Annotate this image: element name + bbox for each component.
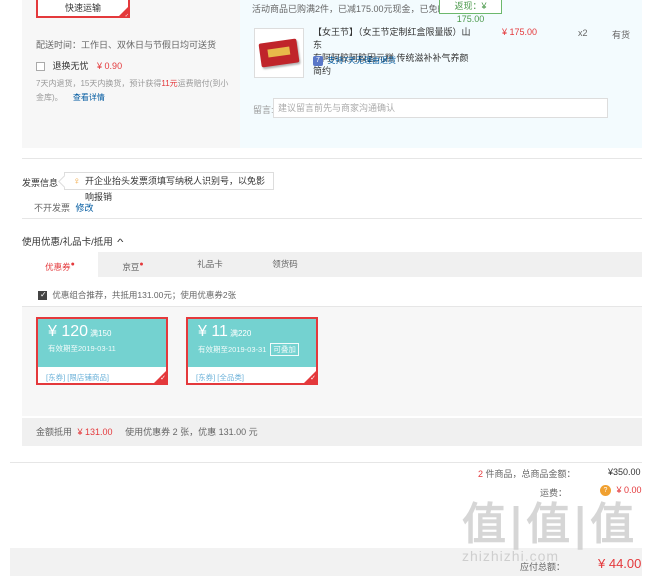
divider <box>22 158 642 159</box>
invoice-tip-text: 开企业抬头发票须填写纳税人识别号，以免影响报销 <box>85 176 266 202</box>
coupon-section-title: 使用优惠/礼品卡/抵用 <box>22 237 113 248</box>
chevron-up-icon: ^ <box>117 237 124 248</box>
invoice-tip: ♀ 开企业抬头发票须填写纳税人识别号，以免影响报销 <box>64 172 274 202</box>
item-count-label: 件商品，总商品金额： <box>485 469 576 479</box>
recommend-checkbox[interactable] <box>38 290 47 301</box>
seven-day-return-text: 支持7天无理由退货 <box>327 56 396 65</box>
message-input[interactable]: 建议留言前先与商家沟通确认 <box>273 98 608 118</box>
item-count: 2 <box>478 469 484 479</box>
recommend-row: 优惠组合推荐，共抵用131.00元；使用优惠券2张 <box>38 289 236 301</box>
coupon-amount: ¥ 11 <box>198 323 228 340</box>
coupon-scope: [东券] [全品类] <box>196 373 244 382</box>
invoice-modify-link[interactable]: 修改 <box>76 203 94 213</box>
coupon-expiry: 有效期至2019-03-31 <box>198 345 267 354</box>
tab-gift-card-label: 礼品卡 <box>197 259 223 269</box>
selected-check-icon <box>119 7 129 24</box>
gift-box-image <box>258 38 300 68</box>
tab-redeem-code-label: 领货码 <box>272 259 298 269</box>
invoice-status: 不开发票 <box>34 203 71 213</box>
coupon-card[interactable]: ¥ 11 满220 有效期至2019-03-31 可叠加 [东券] [全品类] <box>186 317 318 385</box>
recommend-text: 优惠组合推荐，共抵用131.00元；使用优惠券2张 <box>52 290 237 300</box>
tab-coupons[interactable]: 优惠券● <box>22 252 98 277</box>
return-desc-part-a: 7天内退货，15天内换货，预计获得 <box>36 79 162 88</box>
coupon-summary: 金额抵用 ¥ 131.00 使用优惠券 2 张，优惠 131.00 元 <box>22 418 642 446</box>
tab-jingdou[interactable]: 京豆● <box>98 252 168 277</box>
tab-coupons-label: 优惠券 <box>45 261 71 272</box>
seven-day-return-icon: 7 <box>313 55 323 66</box>
site-watermark: 值|值|值 zhizhizhi.com <box>462 488 650 576</box>
selected-check-icon <box>154 371 166 383</box>
express-shipping-label: 快速运输 <box>64 3 101 13</box>
coupon-scope: [东券] [限店铺商品] <box>46 373 109 382</box>
product-quantity: x2 <box>578 28 588 38</box>
tab-jingdou-label: 京豆 <box>122 261 140 272</box>
return-desc-part-c: 金库)。 <box>36 93 63 102</box>
express-shipping-option[interactable]: 快速运输 <box>36 0 130 24</box>
return-worry-row: 退换无忧 ¥ 0.90 <box>36 59 122 72</box>
selected-check-icon <box>304 371 316 383</box>
coupon-face: ¥ 11 满220 有效期至2019-03-31 可叠加 <box>188 319 316 367</box>
watermark-logo: 值|值|值 <box>462 499 637 550</box>
stackable-badge: 可叠加 <box>270 343 299 356</box>
product-thumbnail[interactable] <box>254 28 304 78</box>
coupon-condition: 满220 <box>229 329 252 338</box>
tab-coupons-dot: ● <box>70 261 75 268</box>
summary-detail: 使用优惠券 2 张，优惠 131.00 元 <box>125 427 258 437</box>
rebate-badge: 返现：¥ 175.00 <box>439 0 502 24</box>
coupon-expiry: 有效期至2019-03-11 <box>48 344 116 353</box>
tab-redeem-code[interactable]: 领货码 <box>250 252 320 277</box>
invoice-status-row: 不开发票 修改 <box>34 201 94 214</box>
coupon-condition: 满150 <box>90 329 112 338</box>
return-worry-label: 退换无忧 <box>52 61 89 71</box>
seven-day-return-row: 7 支持7天无理由退货 <box>313 55 396 66</box>
divider <box>10 462 642 463</box>
coupon-amount: ¥ 120 <box>48 323 89 340</box>
tab-gift-card[interactable]: 礼品卡 <box>175 252 245 277</box>
shipping-panel <box>22 0 240 148</box>
summary-label: 金额抵用 <box>36 427 73 437</box>
coupon-section-header[interactable]: 使用优惠/礼品卡/抵用 ^ <box>22 234 124 248</box>
product-price: ¥ 175.00 <box>502 27 538 37</box>
goods-total: ¥350.00 <box>608 467 641 477</box>
product-title[interactable]: 【女王节】（女王节定制红盒限量版）山东 东阿阿胶阿胶固元糕 传统滋补补气养颜简约 <box>313 26 473 78</box>
return-worry-checkbox[interactable] <box>36 62 45 72</box>
item-count-row: 2 件商品，总商品金额： <box>478 467 576 480</box>
divider <box>22 218 642 219</box>
summary-amount: ¥ 131.00 <box>77 427 113 437</box>
tab-jingdou-dot: ● <box>139 261 144 268</box>
invoice-title: 发票信息 <box>22 178 59 188</box>
message-label: 留言: <box>253 105 274 115</box>
coupon-card[interactable]: ¥ 120 满150 有效期至2019-03-11 [东券] [限店铺商品] <box>36 317 168 385</box>
lightbulb-icon: ♀ <box>73 176 81 187</box>
return-description: 7天内退货，15天内换货，预计获得11元运费赔付(到小 金库)。 查看详情 <box>36 77 236 105</box>
return-worry-price: ¥ 0.90 <box>97 61 123 71</box>
return-desc-part-b: 运费赔付(到小 <box>177 79 229 88</box>
return-desc-amount: 11元 <box>161 79 178 88</box>
product-title-line1: 【女王节】（女王节定制红盒限量版）山东 <box>313 27 471 50</box>
stock-status: 有货 <box>612 30 631 40</box>
promo-text: 活动商品已购满2件，已减175.00元现金，已免邮 <box>252 4 447 14</box>
coupon-expiry-row: 有效期至2019-03-31 可叠加 <box>198 343 316 356</box>
delivery-time-text: 配送时间：工作日、双休日与节假日均可送货 <box>36 40 217 50</box>
coupon-face: ¥ 120 满150 有效期至2019-03-11 <box>38 319 166 367</box>
view-details-link[interactable]: 查看详情 <box>73 93 105 102</box>
